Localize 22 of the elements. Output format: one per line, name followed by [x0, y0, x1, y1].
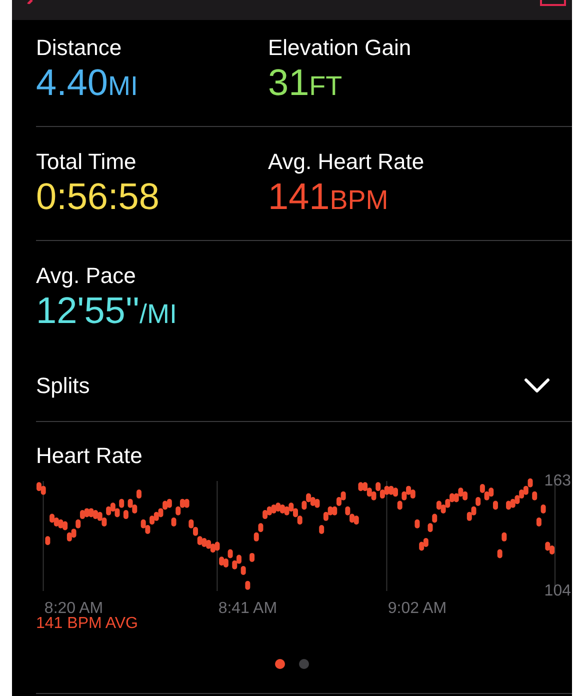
metric-label: Avg. Heart Rate	[268, 149, 426, 175]
axis-label: 9:02 AM	[388, 600, 447, 617]
axis-label: 8:41 AM	[218, 600, 278, 617]
average-heart-rate: 141 BPM AVG	[36, 615, 139, 633]
metric-label: Total Time	[36, 149, 138, 175]
splits-row[interactable]: Splits	[36, 350, 572, 422]
section-title: Heart Rate	[36, 443, 144, 469]
page-dot[interactable]	[275, 659, 285, 669]
axis-label: 104	[544, 582, 571, 600]
axis-label: 8:20 AM	[44, 600, 104, 617]
metric-label: Avg. Pace	[36, 263, 137, 289]
page-dot[interactable]	[299, 659, 309, 669]
metric-value: 0:56:58	[36, 175, 160, 219]
axis-label: 163	[544, 472, 571, 490]
metric-value: 141BPM	[268, 175, 390, 219]
splits-label: Splits	[36, 372, 90, 398]
metric-value: 12'55''/MI	[36, 289, 178, 333]
metric-label: Elevation Gain	[268, 35, 412, 61]
metric-value: 4.40MI	[36, 61, 140, 105]
chevron-icon[interactable]	[524, 378, 550, 394]
metric-value: 31FT	[268, 61, 344, 105]
metric-label: Distance	[36, 35, 123, 61]
